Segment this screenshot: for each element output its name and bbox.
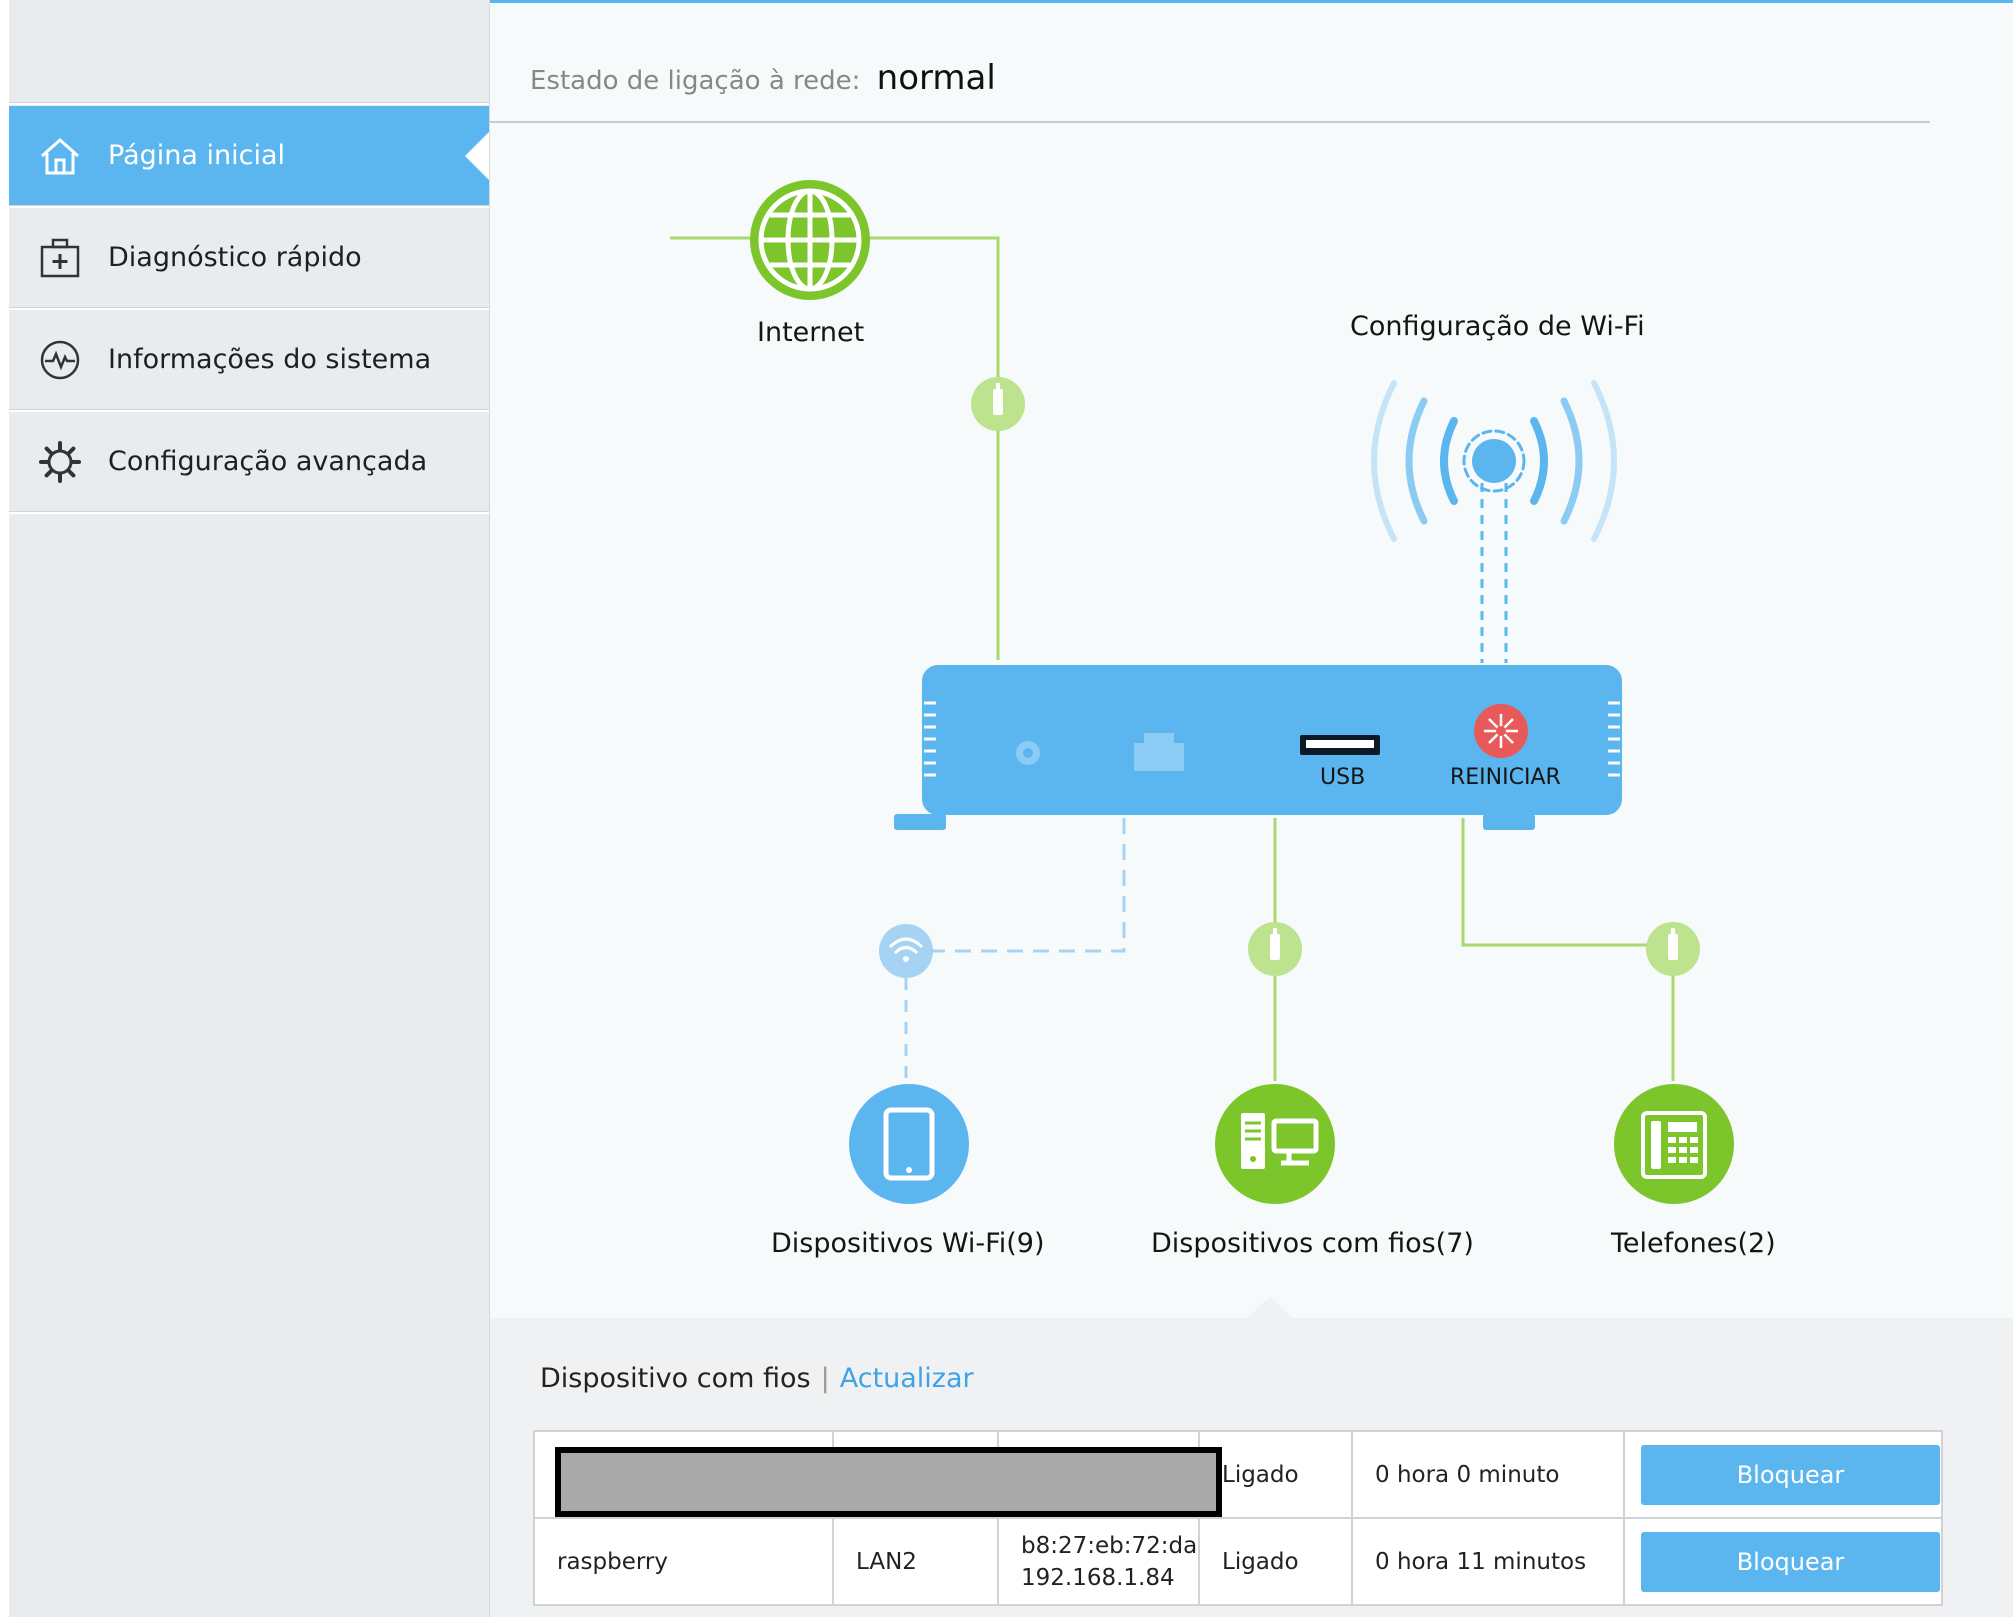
device-state: Ligado	[1198, 1517, 1353, 1606]
wifi-antenna-icon	[1371, 380, 1617, 542]
globe-icon	[750, 180, 870, 300]
panel-pointer	[1248, 1296, 1292, 1318]
device-duration: 0 hora 0 minuto	[1351, 1430, 1625, 1519]
telephone-icon	[1614, 1084, 1734, 1204]
internet-label[interactable]: Internet	[757, 317, 864, 348]
separator: |	[820, 1363, 830, 1394]
tablet-icon	[849, 1084, 969, 1204]
sidebar-item-label: Página inicial	[108, 140, 286, 171]
device-ip: 192.168.1.84	[1021, 1564, 1175, 1591]
device-address: b8:27:eb:72:da:3c 192.168.1.84	[997, 1517, 1200, 1606]
wifi-devices-line	[906, 818, 1126, 953]
phones-line	[1461, 818, 1675, 1081]
block-button[interactable]: Bloquear	[1641, 1444, 1940, 1505]
usb-label[interactable]: USB	[1320, 765, 1365, 790]
block-button[interactable]: Bloquear	[1641, 1531, 1940, 1592]
pulse-icon	[36, 336, 84, 384]
sidebar-item-system-info[interactable]: Informações do sistema	[9, 310, 489, 409]
wifi-config-label[interactable]: Configuração de Wi-Fi	[1350, 311, 1645, 342]
sidebar-item-label: Diagnóstico rápido	[108, 242, 362, 273]
sidebar-item-label: Configuração avançada	[108, 446, 428, 477]
refresh-link[interactable]: Actualizar	[840, 1363, 974, 1394]
sidebar-divider	[9, 102, 489, 105]
cable-connector-icon	[971, 377, 1025, 431]
restart-label[interactable]: REINICIAR	[1450, 765, 1561, 790]
table-row: raspberry LAN2 b8:27:eb:72:da:3c 192.168…	[533, 1517, 1943, 1606]
sidebar-item-home[interactable]: Página inicial	[9, 106, 489, 205]
computer-icon	[1215, 1084, 1335, 1204]
first-aid-icon	[36, 234, 84, 282]
cable-connector-icon	[1646, 922, 1700, 976]
sidebar-divider	[9, 511, 489, 514]
phones-label[interactable]: Telefones(2)	[1611, 1228, 1776, 1259]
device-mac: b8:27:eb:72:da:3c	[1021, 1532, 1196, 1559]
device-name: raspberry	[533, 1517, 834, 1606]
sidebar: Página inicial Diagnóstico rápido Inform…	[9, 0, 490, 1617]
gear-icon	[36, 438, 84, 486]
wifi-devices-label[interactable]: Dispositivos Wi-Fi(9)	[771, 1228, 1044, 1259]
device-duration: 0 hora 11 minutos	[1351, 1517, 1625, 1606]
panel-title: Dispositivo com fios	[540, 1363, 811, 1394]
device-action-cell: Bloquear	[1623, 1517, 1943, 1606]
panel-header: Dispositivo com fios | Actualizar	[540, 1363, 974, 1394]
redacted-region	[555, 1447, 1222, 1517]
network-diagram	[670, 180, 1734, 1204]
restart-icon	[1474, 704, 1528, 758]
wifi-small-icon	[879, 924, 933, 978]
device-action-cell: Bloquear	[1623, 1430, 1943, 1519]
router-icon	[894, 665, 1622, 830]
wired-devices-label[interactable]: Dispositivos com fios(7)	[1151, 1228, 1474, 1259]
home-icon	[36, 132, 84, 180]
device-port: LAN2	[832, 1517, 999, 1606]
sidebar-item-label: Informações do sistema	[108, 344, 432, 375]
sidebar-item-quick-diagnosis[interactable]: Diagnóstico rápido	[9, 208, 489, 307]
active-indicator	[465, 132, 489, 180]
internet-link-line	[670, 236, 1000, 660]
left-edge	[0, 0, 9, 1617]
cable-connector-icon	[1248, 922, 1302, 976]
sidebar-item-advanced-config[interactable]: Configuração avançada	[9, 412, 489, 511]
